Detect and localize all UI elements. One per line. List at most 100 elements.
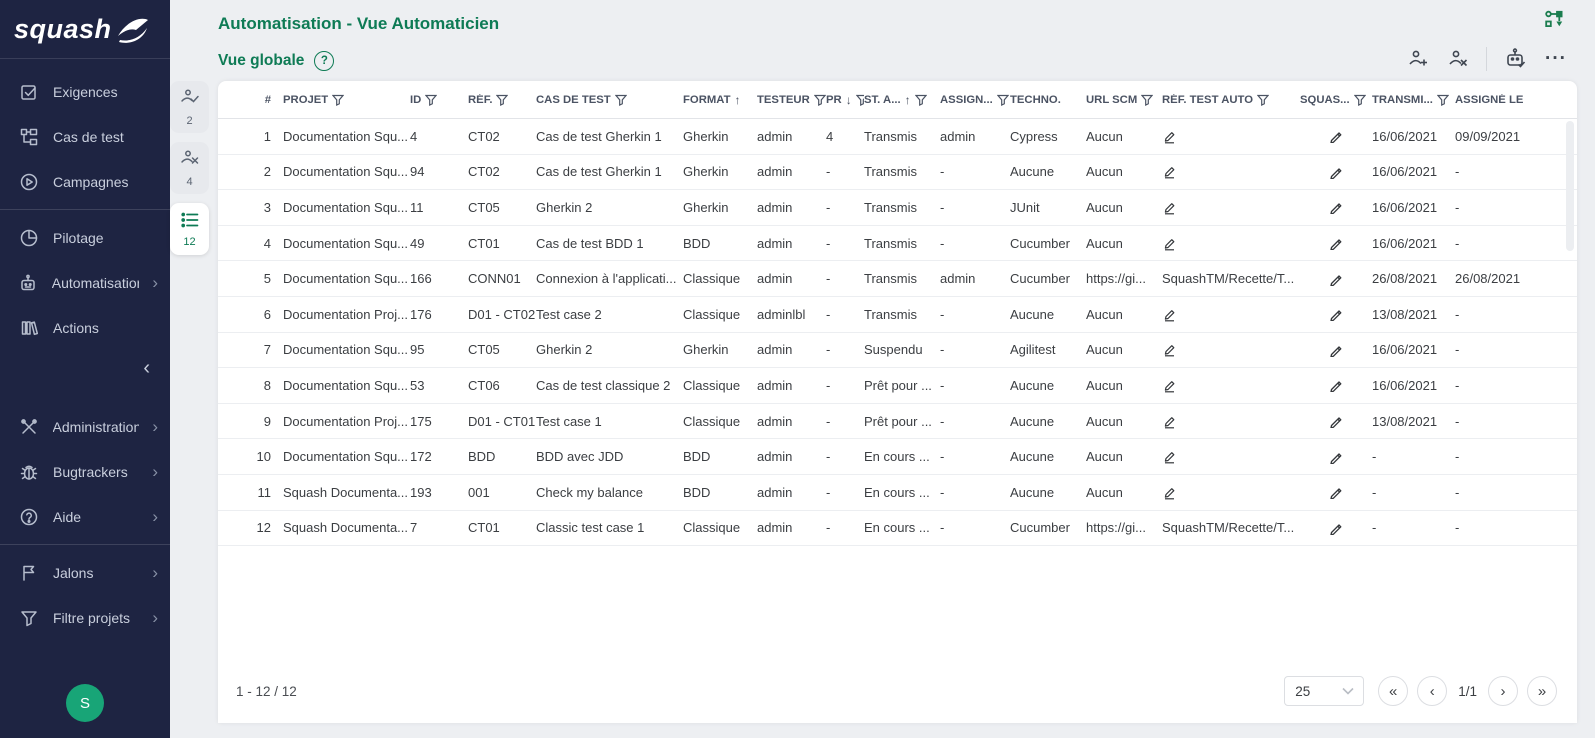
cell-st_a: Transmis: [864, 200, 940, 215]
edit-squash-auto-pencil-icon[interactable]: [1329, 521, 1343, 535]
sidebar-item-pilotage[interactable]: Pilotage: [0, 215, 170, 260]
column-header-cas_de_test[interactable]: CAS DE TEST: [536, 94, 683, 106]
column-header-techno[interactable]: TECHNO.: [1010, 94, 1086, 106]
sidebar-item-administration[interactable]: Administration›: [0, 404, 170, 449]
filter-icon[interactable]: [1141, 94, 1153, 106]
table-row[interactable]: 12Squash Documenta...7CT01Classic test c…: [218, 511, 1577, 547]
edit-ref-test-auto-icon[interactable]: [1162, 378, 1177, 393]
page-size-select[interactable]: 25: [1284, 676, 1364, 706]
column-header-url_scm[interactable]: URL SCM: [1086, 94, 1162, 106]
edit-ref-test-auto-icon[interactable]: [1162, 307, 1177, 322]
sidebar-item-automatisation[interactable]: Automatisation›: [0, 260, 170, 305]
table-row[interactable]: 8Documentation Squ...53CT06Cas de test c…: [218, 368, 1577, 404]
table-row[interactable]: 10Documentation Squ...172BDDBDD avec JDD…: [218, 439, 1577, 475]
tab-rejected[interactable]: 4: [170, 142, 209, 194]
sidebar-item-exigences[interactable]: Exigences: [0, 69, 170, 114]
column-header-ref_test_auto[interactable]: RÉF. TEST AUTO: [1162, 94, 1300, 106]
sidebar-collapse-button[interactable]: ‹: [0, 350, 170, 404]
edit-squash-auto-pencil-icon[interactable]: [1329, 307, 1343, 321]
edit-ref-test-auto-icon[interactable]: [1162, 129, 1177, 144]
edit-ref-test-auto-icon[interactable]: [1162, 164, 1177, 179]
filter-icon[interactable]: [1437, 94, 1449, 106]
filter-icon[interactable]: [1257, 94, 1269, 106]
edit-squash-auto-pencil-icon[interactable]: [1329, 200, 1343, 214]
sidebar-item-filtre-projets[interactable]: Filtre projets›: [0, 595, 170, 640]
edit-squash-auto-pencil-icon[interactable]: [1329, 414, 1343, 428]
edit-squash-auto-pencil-icon[interactable]: [1329, 236, 1343, 250]
table-row[interactable]: 2Documentation Squ...94CT02Cas de test G…: [218, 155, 1577, 191]
edit-squash-auto-pencil-icon[interactable]: [1329, 450, 1343, 464]
table-row[interactable]: 7Documentation Squ...95CT05Gherkin 2Gher…: [218, 333, 1577, 369]
more-options-icon[interactable]: ···: [1545, 54, 1567, 64]
app-logo[interactable]: squash: [0, 0, 170, 59]
tab-global-view[interactable]: 12: [170, 203, 209, 255]
edit-ref-test-auto-icon[interactable]: [1162, 414, 1177, 429]
table-row[interactable]: 4Documentation Squ...49CT01Cas de test B…: [218, 226, 1577, 262]
edit-squash-auto-pencil-icon[interactable]: [1329, 378, 1343, 392]
cell-cas_de_test: Test case 2: [536, 307, 683, 322]
filter-icon[interactable]: [332, 94, 344, 106]
unassign-user-x-icon[interactable]: [1446, 47, 1470, 71]
table-row[interactable]: 3Documentation Squ...11CT05Gherkin 2Gher…: [218, 190, 1577, 226]
column-header-assign[interactable]: ASSIGN...: [940, 94, 1010, 106]
column-header-ref[interactable]: RÉF.: [468, 94, 536, 106]
filter-icon[interactable]: [425, 94, 437, 106]
table-row[interactable]: 9Documentation Proj...175D01 - CT01Test …: [218, 404, 1577, 440]
edit-ref-test-auto-icon[interactable]: [1162, 342, 1177, 357]
column-header-testeur[interactable]: TESTEUR: [757, 94, 826, 106]
cell-projet: Documentation Squ...: [283, 378, 410, 393]
next-page-button[interactable]: ›: [1488, 676, 1518, 706]
first-page-button[interactable]: «: [1378, 676, 1408, 706]
edit-ref-test-auto-icon[interactable]: [1162, 236, 1177, 251]
filter-icon[interactable]: [1354, 94, 1366, 106]
workflow-automation-icon[interactable]: [1543, 8, 1567, 32]
edit-ref-test-auto-icon[interactable]: [1162, 449, 1177, 464]
table-row[interactable]: 5Documentation Squ...166CONN01Connexion …: [218, 261, 1577, 297]
column-header-transmi[interactable]: TRANSMI...: [1372, 94, 1455, 106]
column-header-pr[interactable]: PR↓: [826, 93, 864, 107]
sidebar-item-bugtrackers[interactable]: Bugtrackers›: [0, 449, 170, 494]
sidebar-item-jalons[interactable]: Jalons›: [0, 550, 170, 595]
last-page-button[interactable]: »: [1527, 676, 1557, 706]
cell-assign: -: [940, 520, 1010, 535]
tab-assigned[interactable]: 2: [170, 81, 209, 133]
robot-check-icon[interactable]: [1503, 46, 1529, 72]
edit-squash-auto-pencil-icon[interactable]: [1329, 129, 1343, 143]
sidebar-item-actions[interactable]: Actions: [0, 305, 170, 350]
assign-user-plus-icon[interactable]: [1406, 47, 1430, 71]
cell-url_scm: Aucun: [1086, 449, 1162, 464]
column-header-squas[interactable]: SQUAS...: [1300, 94, 1372, 106]
column-label: PROJET: [283, 94, 328, 106]
edit-squash-auto-pencil-icon[interactable]: [1329, 485, 1343, 499]
vertical-scrollbar[interactable]: [1566, 121, 1574, 251]
sidebar-item-cas-de-test[interactable]: Cas de test: [0, 114, 170, 159]
column-header-format[interactable]: FORMAT↑: [683, 93, 757, 107]
table-row[interactable]: 6Documentation Proj...176D01 - CT02Test …: [218, 297, 1577, 333]
sidebar-item-campagnes[interactable]: Campagnes: [0, 159, 170, 204]
filter-icon[interactable]: [615, 94, 627, 106]
column-header-num[interactable]: #: [218, 94, 283, 106]
edit-squash-auto-pencil-icon[interactable]: [1329, 165, 1343, 179]
help-icon[interactable]: ?: [314, 51, 334, 71]
filter-icon[interactable]: [814, 94, 826, 106]
edit-ref-test-auto-icon[interactable]: [1162, 485, 1177, 500]
edit-ref-test-auto-icon[interactable]: [1162, 200, 1177, 215]
table-row[interactable]: 1Documentation Squ...4CT02Cas de test Gh…: [218, 119, 1577, 155]
edit-squash-auto-pencil-icon[interactable]: [1329, 343, 1343, 357]
cell-num: 9: [218, 414, 283, 429]
edit-squash-auto-pencil-icon[interactable]: [1329, 272, 1343, 286]
filter-icon[interactable]: [997, 94, 1009, 106]
table-row[interactable]: 11Squash Documenta...193001Check my bala…: [218, 475, 1577, 511]
column-header-assigne_le[interactable]: ASSIGNÉ LE: [1455, 94, 1577, 106]
filter-icon[interactable]: [915, 94, 927, 106]
cell-format: Classique: [683, 414, 757, 429]
column-header-id[interactable]: ID: [410, 94, 468, 106]
sidebar-item-aide[interactable]: Aide›: [0, 494, 170, 539]
user-avatar[interactable]: S: [66, 684, 104, 722]
filter-icon[interactable]: [496, 94, 508, 106]
previous-page-button[interactable]: ‹: [1417, 676, 1447, 706]
filter-icon[interactable]: [856, 94, 864, 106]
column-header-st_a[interactable]: ST. A...↑: [864, 93, 940, 107]
cell-techno: JUnit: [1010, 200, 1086, 215]
column-header-projet[interactable]: PROJET: [283, 94, 410, 106]
